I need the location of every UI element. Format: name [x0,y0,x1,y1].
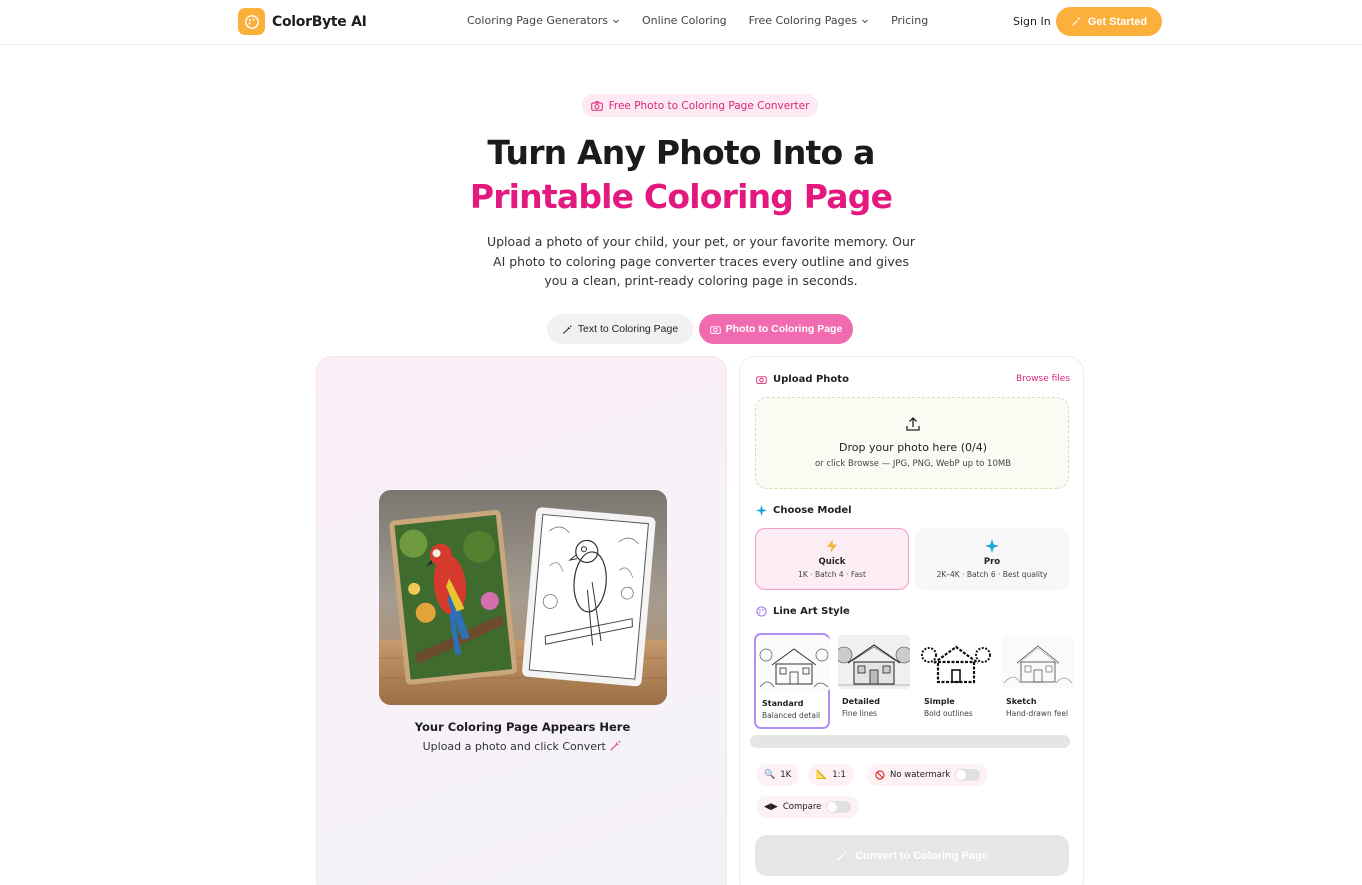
house-thumbnail [920,635,992,689]
tab-label: Photo to Coloring Page [725,323,843,335]
compare-toggle[interactable]: ◀▶ Compare [756,796,860,818]
style-option-standard[interactable]: Standard Balanced detail [754,633,830,729]
style-desc: Fine lines [842,709,878,718]
style-name: Simple [924,697,955,706]
magic-wand-icon [837,850,848,861]
browse-files-link[interactable]: Browse files [1016,374,1070,384]
preview-subtitle: Upload a photo and click Convert [317,739,728,753]
model-name: Quick [818,557,846,567]
compare-arrows-icon: ◀▶ [764,802,778,812]
tab-text-to-coloring-page[interactable]: Text to Coloring Page [547,314,693,344]
upload-photo-label: Upload Photo [756,374,849,385]
camera-icon [756,376,767,384]
chevron-down-icon [613,19,619,23]
section-label-text: Choose Model [773,505,852,516]
top-nav: ColorByte AI Coloring Page Generators On… [0,0,1362,45]
nav-link-label: Free Coloring Pages [748,14,858,27]
brand-logo[interactable]: ColorByte AI [238,8,367,35]
preview-title: Your Coloring Page Appears Here [414,720,631,734]
house-thumbnail [838,635,910,689]
model-option-quick[interactable]: Quick 1K · Batch 4 · Fast [755,528,909,590]
brand-name: ColorByte AI [272,13,367,30]
hero-title-line2: Printable Coloring Page [469,177,893,216]
resolution-chip[interactable]: 🔍 1K [756,764,800,786]
magnifier-icon: 🔍 [764,770,776,780]
get-started-button[interactable]: Get Started [1056,7,1162,36]
aspect-ratio-chip[interactable]: 📐 1:1 [808,764,854,786]
sparkle-icon [756,505,767,516]
palette-icon [756,606,767,617]
hero-subtitle: Upload a photo of your child, your pet, … [486,234,916,288]
nav-link-label: Online Coloring [641,14,727,27]
tab-label: Text to Coloring Page [577,323,679,335]
camera-icon [709,325,721,334]
camera-icon [590,100,603,111]
nav-online-coloring[interactable]: Online Coloring [642,14,727,27]
hero-badge: Free Photo to Coloring Page Converter [582,94,818,117]
no-watermark-label: No watermark [890,770,951,780]
nav-free-coloring-pages[interactable]: Free Coloring Pages [749,14,869,27]
magic-wand-icon [562,324,572,334]
resolution-value: 1K [780,770,792,780]
nav-link-label: Coloring Page Generators [467,14,608,27]
sparkle-wand-icon [1072,16,1081,26]
chevron-down-icon [862,19,868,23]
house-thumbnail [1002,635,1074,689]
compare-label: Compare [782,802,822,812]
example-preview-image [379,490,667,705]
magic-wand-icon [610,740,622,751]
hero-title-line1: Turn Any Photo Into a [487,133,875,172]
nav-link-label: Pricing [891,14,929,27]
no-watermark-toggle[interactable]: No watermark [867,764,989,786]
choose-model-label: Choose Model [756,505,852,516]
section-label-text: Line Art Style [773,606,850,617]
result-preview-panel: Your Coloring Page Appears Here Upload a… [316,356,727,885]
style-name: Sketch [1006,697,1037,706]
model-desc: 1K · Batch 4 · Fast [798,570,866,579]
nav-links: Coloring Page Generators Online Coloring… [467,14,928,27]
lightning-icon [756,539,908,553]
aspect-ratio-value: 1:1 [832,770,846,780]
style-name: Standard [762,699,804,708]
preview-subtitle-text: Upload a photo and click Convert [422,740,606,753]
style-option-sketch[interactable]: Sketch Hand-drawn feel [1000,633,1074,729]
upload-icon [906,417,920,431]
nav-pricing[interactable]: Pricing [891,14,928,27]
nav-coloring-page-generators[interactable]: Coloring Page Generators [467,14,620,27]
tab-photo-to-coloring-page[interactable]: Photo to Coloring Page [699,314,853,344]
style-option-simple[interactable]: Simple Bold outlines [918,633,994,729]
palette-logo-icon [238,8,265,35]
house-thumbnail [758,637,830,691]
style-list-scrollbar[interactable] [750,735,1070,748]
line-art-style-list: Standard Balanced detail Detailed Fine l… [754,633,1074,729]
model-name: Pro [983,557,1001,567]
style-desc: Bold outlines [924,709,973,718]
mode-toggle: Text to Coloring Page Photo to Coloring … [547,314,853,344]
triangle-ruler-icon: 📐 [816,770,828,780]
dropzone-subtitle: or click Browse — JPG, PNG, WebP up to 1… [814,459,1012,469]
converter-settings-panel: Upload Photo Browse files Drop your phot… [739,356,1084,885]
style-option-detailed[interactable]: Detailed Fine lines [836,633,912,729]
style-name: Detailed [842,697,880,706]
model-desc: 2K–4K · Batch 6 · Best quality [936,570,1048,579]
style-desc: Balanced detail [762,711,821,720]
hero-badge-label: Free Photo to Coloring Page Converter [608,99,810,112]
style-desc: Hand-drawn feel [1006,709,1069,718]
convert-to-coloring-page-button[interactable]: Convert to Coloring Page [755,835,1069,876]
convert-button-label: Convert to Coloring Page [855,849,988,862]
sparkle-icon [916,539,1068,553]
line-art-style-label: Line Art Style [756,606,850,617]
photo-dropzone[interactable]: Drop your photo here (0/4) or click Brow… [755,397,1069,489]
prohibited-icon [875,770,885,780]
dropzone-title: Drop your photo here (0/4) [839,441,987,454]
no-watermark-switch[interactable] [955,769,981,781]
sign-in-link[interactable]: Sign In [1013,15,1051,28]
model-option-pro[interactable]: Pro 2K–4K · Batch 6 · Best quality [915,528,1069,590]
compare-switch[interactable] [826,801,852,813]
section-label-text: Upload Photo [773,374,849,385]
get-started-label: Get Started [1087,15,1148,28]
